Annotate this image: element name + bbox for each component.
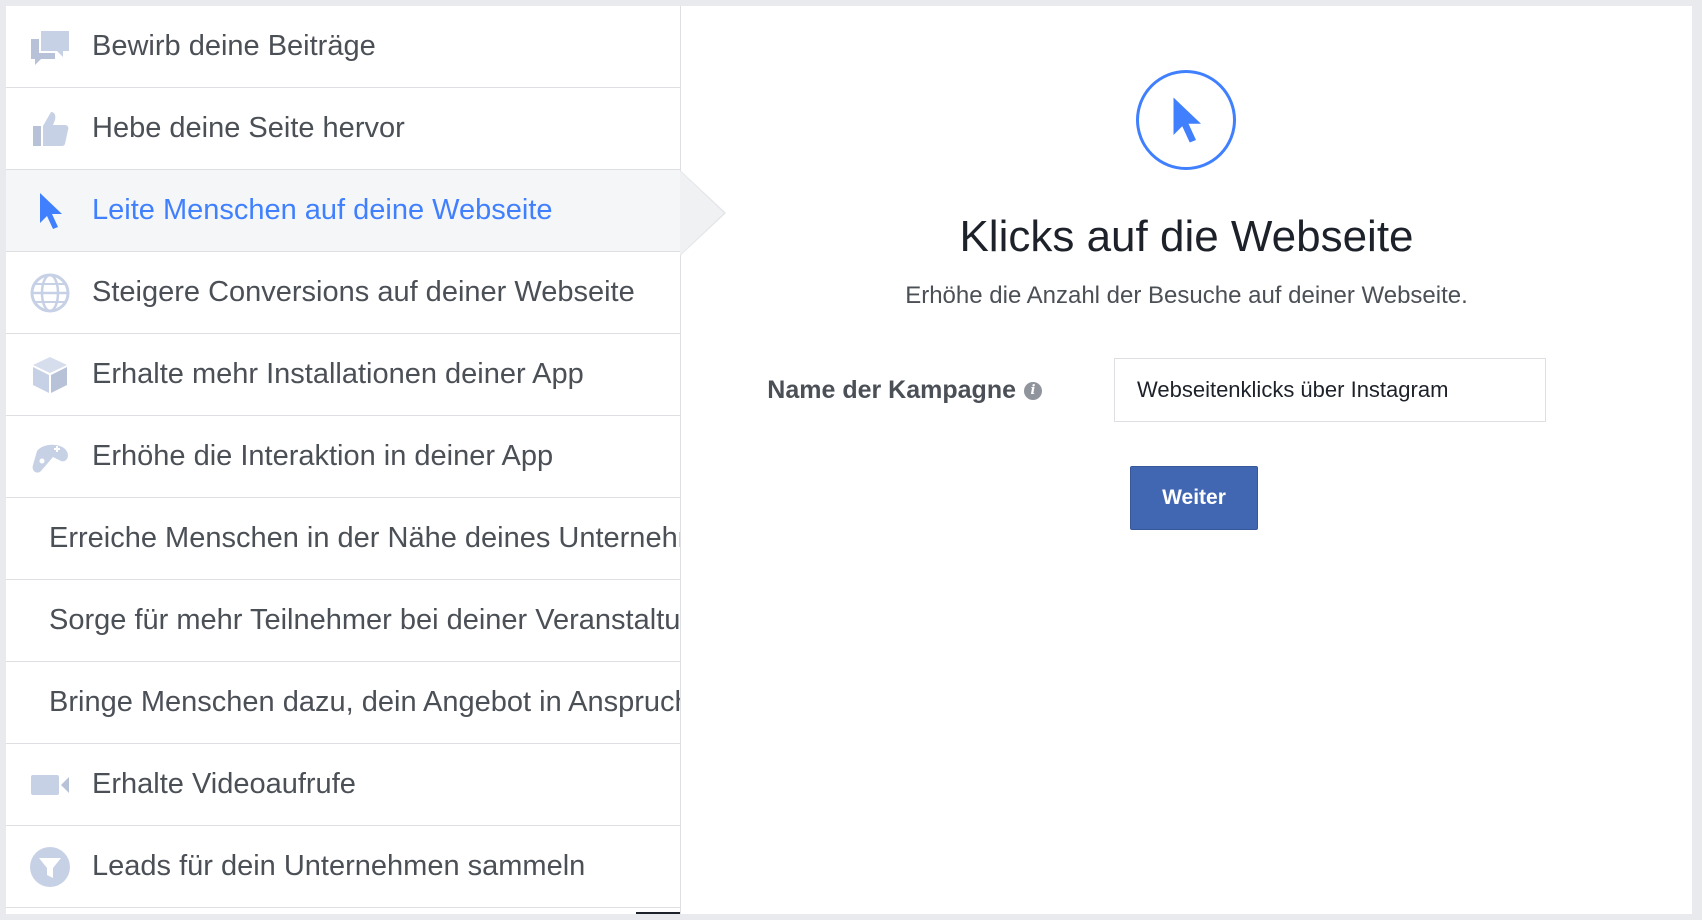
globe-icon <box>28 271 72 315</box>
objective-offer-claims[interactable]: Bringe Menschen dazu, dein Angebot in An… <box>6 662 680 744</box>
objective-app-installs[interactable]: Erhalte mehr Installationen deiner App <box>6 334 680 416</box>
objective-website-traffic[interactable]: Leite Menschen auf deine Webseite <box>6 170 680 252</box>
objective-label: Leads für dein Unternehmen sammeln <box>92 850 586 882</box>
objective-website-conversions[interactable]: Steigere Conversions auf deiner Webseite <box>6 252 680 334</box>
info-icon[interactable]: i <box>1024 381 1042 400</box>
objective-label: Erreiche Menschen in der Nähe deines Unt… <box>49 522 680 554</box>
objective-label: Erhalte Videoaufrufe <box>92 768 356 800</box>
objective-label: Erhalte mehr Installationen deiner App <box>92 358 584 390</box>
objective-list: Bewirb deine Beiträge Hebe deine Seite h… <box>6 6 681 914</box>
objective-local-awareness[interactable]: Erreiche Menschen in der Nähe deines Unt… <box>6 498 680 580</box>
campaign-name-row: Name der Kampagne i <box>681 358 1692 422</box>
game-controller-icon <box>28 435 72 479</box>
campaign-name-label: Name der Kampagne <box>767 376 1016 404</box>
cursor-icon <box>1136 70 1236 170</box>
objective-label: Leite Menschen auf deine Webseite <box>92 194 553 226</box>
objective-event-responses[interactable]: Sorge für mehr Teilnehmer bei deiner Ver… <box>6 580 680 662</box>
objective-label: Bringe Menschen dazu, dein Angebot in An… <box>49 686 680 718</box>
campaign-name-input[interactable] <box>1114 358 1546 422</box>
video-camera-icon <box>28 763 72 807</box>
cursor-icon <box>28 189 72 233</box>
objective-video-views[interactable]: Erhalte Videoaufrufe <box>6 744 680 826</box>
objective-lead-generation[interactable]: Leads für dein Unternehmen sammeln <box>6 826 680 908</box>
objective-label: Bewirb deine Beiträge <box>92 30 376 62</box>
objective-label: Sorge für mehr Teilnehmer bei deiner Ver… <box>49 604 680 636</box>
funnel-icon <box>28 845 72 889</box>
scroll-indicator <box>636 912 680 914</box>
frame: Bewirb deine Beiträge Hebe deine Seite h… <box>6 6 1692 914</box>
objective-label: Erhöhe die Interaktion in deiner App <box>92 440 554 472</box>
objective-app-engagement[interactable]: Erhöhe die Interaktion in deiner App <box>6 416 680 498</box>
objective-label: Hebe deine Seite hervor <box>92 112 405 144</box>
objective-detail-panel: Klicks auf die Webseite Erhöhe die Anzah… <box>681 6 1692 914</box>
selection-caret <box>680 171 724 255</box>
campaign-name-label-wrap: Name der Kampagne i <box>767 376 1042 405</box>
box-icon <box>28 353 72 397</box>
objective-promote-page[interactable]: Hebe deine Seite hervor <box>6 88 680 170</box>
objective-boost-posts[interactable]: Bewirb deine Beiträge <box>6 6 680 88</box>
thumbs-up-icon <box>28 107 72 151</box>
objective-description: Erhöhe die Anzahl der Besuche auf deiner… <box>905 282 1468 309</box>
continue-button[interactable]: Weiter <box>1130 466 1258 530</box>
objective-title: Klicks auf die Webseite <box>959 212 1414 261</box>
speech-bubbles-icon <box>28 25 72 69</box>
objective-label: Steigere Conversions auf deiner Webseite <box>92 276 635 308</box>
